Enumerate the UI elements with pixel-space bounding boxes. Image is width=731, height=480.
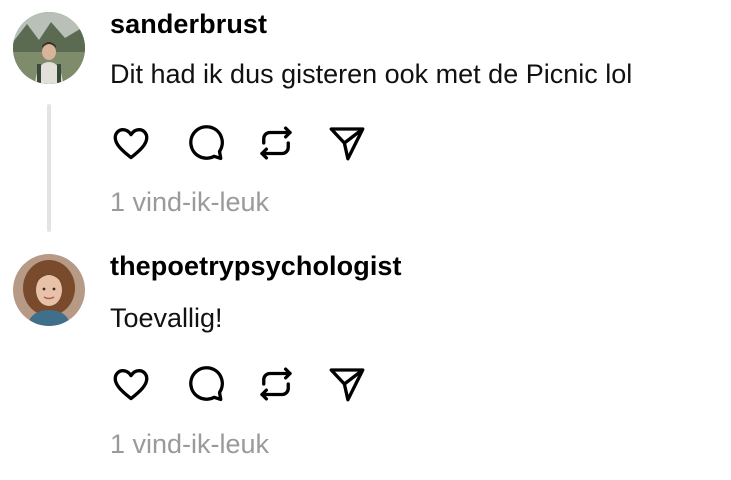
post-text: Dit had ik dus gisteren ook met de Picni…	[110, 59, 633, 89]
repost-button[interactable]	[253, 362, 299, 406]
like-button[interactable]	[108, 362, 154, 406]
comment-icon	[189, 125, 224, 161]
thread-post: thepoetrypsychologist Toevallig! 1 vind-…	[0, 240, 731, 480]
avatar-photo-icon	[13, 12, 85, 84]
repost-icon	[260, 367, 292, 401]
share-button[interactable]	[324, 121, 370, 165]
likes-count[interactable]: 1 vind-ik-leuk	[110, 428, 269, 460]
thread-post: sanderbrust Dit had ik dus gisteren ook …	[0, 0, 731, 240]
avatar-photo-icon	[13, 254, 85, 326]
likes-count[interactable]: 1 vind-ik-leuk	[110, 186, 269, 218]
thread-line	[47, 104, 51, 232]
heart-icon	[113, 369, 149, 401]
heart-icon	[113, 128, 149, 160]
username[interactable]: thepoetrypsychologist	[110, 250, 402, 282]
action-bar	[108, 362, 408, 406]
share-button[interactable]	[324, 362, 370, 406]
repost-button[interactable]	[253, 121, 299, 165]
comment-icon	[189, 366, 224, 402]
username[interactable]: sanderbrust	[110, 8, 267, 40]
avatar[interactable]	[13, 12, 85, 84]
reply-button[interactable]	[182, 121, 228, 165]
reply-button[interactable]	[182, 362, 228, 406]
repost-icon	[260, 126, 292, 160]
send-icon	[329, 368, 365, 402]
post-text: Toevallig!	[110, 303, 223, 333]
send-icon	[329, 127, 365, 161]
avatar[interactable]	[13, 254, 85, 326]
action-bar	[108, 121, 408, 165]
like-button[interactable]	[108, 121, 154, 165]
